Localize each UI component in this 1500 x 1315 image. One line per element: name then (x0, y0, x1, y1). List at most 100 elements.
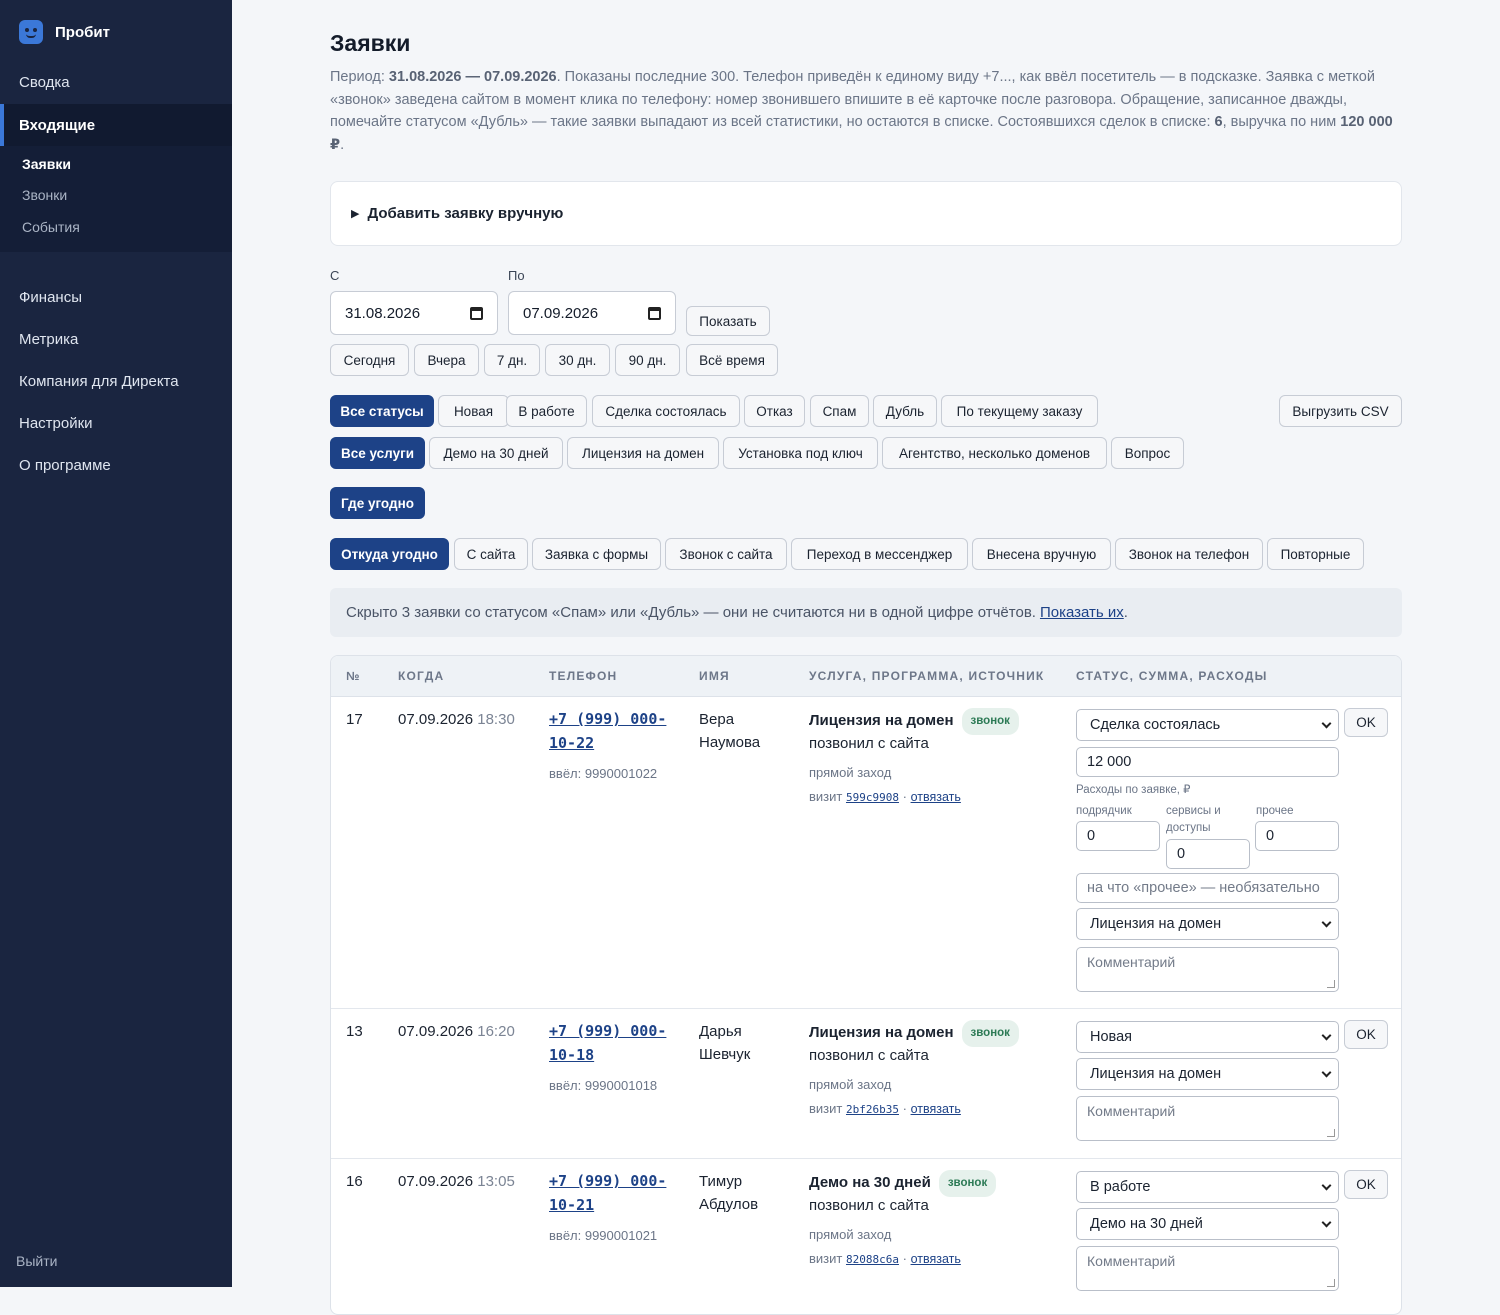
range-7d-button[interactable]: 7 дн. (484, 344, 540, 376)
hidden-notice-text: Скрыто 3 заявки со статусом «Спам» или «… (346, 604, 1036, 621)
contractor-input[interactable]: 0 (1076, 821, 1160, 851)
service-select[interactable]: Лицензия на домен (1076, 908, 1339, 940)
service-filter-all[interactable]: Все услуги (330, 437, 425, 469)
service-select[interactable]: Демо на 30 дней (1076, 1208, 1339, 1240)
show-button[interactable]: Показать (686, 306, 770, 336)
source-filter-site-call[interactable]: Звонок с сайта (665, 538, 787, 570)
brand[interactable]: Пробит (19, 20, 110, 44)
from-date-input[interactable]: 31.08.2026 (330, 291, 498, 335)
contractor-label: подрядчик (1076, 805, 1132, 817)
row-source: позвонил с сайта (809, 1197, 929, 1214)
nav-item-settings[interactable]: Настройки (0, 402, 232, 444)
other-description-input[interactable]: на что «прочее» — необязательно (1076, 873, 1339, 903)
range-today-button[interactable]: Сегодня (330, 344, 409, 376)
header-num: № (346, 669, 361, 683)
to-date-input[interactable]: 07.09.2026 (508, 291, 676, 335)
subnav-item-calls[interactable]: Звонки (22, 187, 67, 203)
calendar-icon[interactable] (648, 306, 661, 320)
unlink-link[interactable]: отвязать (911, 1102, 961, 1116)
row-phone[interactable]: +7 (999) 000- 10-21 (549, 1169, 666, 1217)
place-filter-anywhere[interactable]: Где угодно (330, 487, 425, 519)
status-filter-spam[interactable]: Спам (810, 395, 869, 427)
unlink-link[interactable]: отвязать (911, 1252, 961, 1266)
status-filter-duplicate[interactable]: Дубль (873, 395, 937, 427)
status-filter-in-progress[interactable]: В работе (506, 395, 587, 427)
subnav-item-requests[interactable]: Заявки (22, 156, 71, 172)
calendar-icon[interactable] (470, 306, 483, 320)
call-badge: звонок (961, 1020, 1019, 1047)
service-select[interactable]: Лицензия на домен (1076, 1058, 1339, 1090)
range-all-button[interactable]: Всё время (686, 344, 778, 376)
nav-item-summary[interactable]: Сводка (0, 61, 232, 103)
show-hidden-link[interactable]: Показать их (1040, 604, 1124, 621)
row-phone[interactable]: +7 (999) 000- 10-18 (549, 1019, 666, 1067)
source-filter-messenger[interactable]: Переход в мессенджер (791, 538, 968, 570)
status-select[interactable]: В работе (1076, 1171, 1339, 1203)
from-date-value: 31.08.2026 (345, 304, 421, 322)
service-filter-demo[interactable]: Демо на 30 дней (429, 437, 563, 469)
subnav-item-events[interactable]: События (22, 219, 80, 235)
visit-link[interactable]: 2bf26b35 (846, 1103, 899, 1116)
services-cost-label: сервисы и доступы (1166, 805, 1221, 834)
unlink-link[interactable]: отвязать (911, 790, 961, 804)
other-input[interactable]: 0 (1255, 821, 1339, 851)
row-number: 13 (346, 1023, 363, 1040)
row-entered: ввёл: 9990001018 (549, 1078, 658, 1093)
range-90d-button[interactable]: 90 дн. (615, 344, 680, 376)
ok-button[interactable]: OK (1344, 708, 1388, 737)
nav-item-about[interactable]: О программе (0, 444, 232, 486)
status-filter-all[interactable]: Все статусы (330, 395, 434, 427)
range-yesterday-button[interactable]: Вчера (414, 344, 479, 376)
status-filter-refused[interactable]: Отказ (744, 395, 805, 427)
logout-link[interactable]: Выйти (16, 1253, 57, 1269)
ok-button[interactable]: OK (1344, 1170, 1388, 1199)
export-csv-button[interactable]: Выгрузить CSV (1279, 395, 1402, 427)
source-filter-manual[interactable]: Внесена вручную (972, 538, 1111, 570)
from-date-label: С (330, 268, 340, 283)
period-value: 31.08.2026 — 07.09.2026 (388, 69, 557, 85)
visit-link[interactable]: 82088c6a (846, 1253, 899, 1266)
table-row: 17 07.09.2026 18:30 +7 (999) 000- 10-22 в… (331, 697, 1401, 1009)
comment-textarea[interactable]: Комментарий (1076, 1096, 1339, 1141)
add-manual-label: Добавить заявку вручную (367, 205, 564, 222)
chevron-down-icon (1321, 917, 1332, 927)
status-filter-new[interactable]: Новая (438, 395, 509, 427)
phone-link[interactable]: +7 (999) 000- (549, 1169, 666, 1193)
to-date-label: По (508, 268, 525, 283)
comment-textarea[interactable]: Комментарий (1076, 947, 1339, 992)
sidebar: Пробит Сводка Входящие Заявки Звонки Соб… (0, 0, 232, 1287)
app-name: Пробит (55, 23, 110, 41)
call-badge: звонок (938, 1170, 997, 1197)
ok-button[interactable]: OK (1344, 1020, 1388, 1049)
phone-link[interactable]: +7 (999) 000- (549, 1019, 666, 1043)
source-filter-any[interactable]: Откуда угодно (330, 538, 449, 570)
nav-item-campaign[interactable]: Компания для Директа (0, 360, 232, 402)
row-datetime: 07.09.2026 13:05 (398, 1173, 515, 1190)
services-cost-input[interactable]: 0 (1166, 839, 1250, 869)
service-filter-license[interactable]: Лицензия на домен (567, 437, 719, 469)
range-30d-button[interactable]: 30 дн. (545, 344, 610, 376)
to-date-value: 07.09.2026 (523, 304, 599, 322)
amount-input[interactable]: 12 000 (1076, 747, 1339, 777)
service-filter-turnkey[interactable]: Установка под ключ (723, 437, 878, 469)
status-filter-deal[interactable]: Сделка состоялась (592, 395, 740, 427)
service-filter-agency[interactable]: Агентство, несколько доменов (882, 437, 1107, 469)
row-datetime: 07.09.2026 16:20 (398, 1023, 515, 1040)
status-select[interactable]: Новая (1076, 1021, 1339, 1053)
source-filter-site[interactable]: С сайта (454, 538, 528, 570)
status-filter-current-order[interactable]: По текущему заказу (941, 395, 1098, 427)
source-filter-repeat[interactable]: Повторные (1267, 538, 1364, 570)
phone-link[interactable]: +7 (999) 000- (549, 707, 666, 731)
visit-link[interactable]: 599c9908 (846, 791, 899, 804)
status-select[interactable]: Сделка состоялась (1076, 709, 1339, 741)
add-manual-toggle[interactable]: ▶ Добавить заявку вручную (330, 181, 1402, 246)
source-filter-form[interactable]: Заявка с формы (532, 538, 661, 570)
nav-item-incoming[interactable]: Входящие (0, 104, 232, 146)
row-phone[interactable]: +7 (999) 000- 10-22 (549, 707, 666, 755)
source-filter-phone-call[interactable]: Звонок на телефон (1115, 538, 1263, 570)
nav-item-metrics[interactable]: Метрика (0, 318, 232, 360)
service-filter-question[interactable]: Вопрос (1111, 437, 1184, 469)
row-number: 16 (346, 1173, 363, 1190)
comment-textarea[interactable]: Комментарий (1076, 1246, 1339, 1291)
nav-item-finance[interactable]: Финансы (0, 276, 232, 318)
